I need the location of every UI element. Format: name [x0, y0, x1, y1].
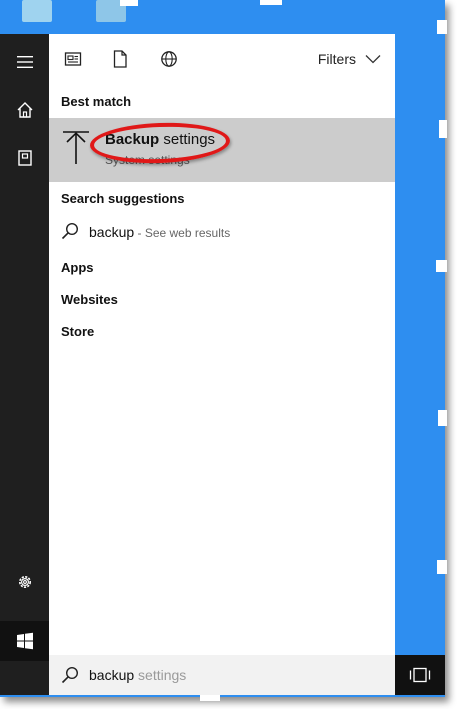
settings-gear-icon	[18, 576, 31, 588]
home-icon	[17, 102, 32, 118]
desktop-shortcut-icon[interactable]	[22, 0, 52, 22]
notebook-icon	[17, 150, 32, 166]
best-match-heading: Best match	[61, 94, 132, 109]
torn-edge-notch	[120, 0, 138, 6]
chevron-down-icon	[365, 55, 381, 64]
torn-edge-notch	[200, 695, 220, 701]
search-typed-text: backup	[89, 667, 135, 683]
search-icon	[61, 666, 79, 684]
torn-edge-notch	[260, 0, 282, 5]
torn-edge-notch	[437, 20, 447, 34]
suggestion-text: backup - See web results	[89, 224, 230, 240]
task-view-icon	[409, 667, 431, 683]
torn-edge-notch	[438, 410, 447, 426]
torn-edge-notch	[439, 120, 447, 138]
web-scope-button[interactable]	[157, 47, 181, 71]
start-button[interactable]	[0, 621, 49, 661]
globe-icon	[161, 51, 177, 67]
taskbar-search-box[interactable]: backup settings	[49, 655, 395, 695]
search-input[interactable]: backup settings	[89, 667, 186, 683]
home-button[interactable]	[0, 90, 49, 130]
cortana-left-rail	[0, 34, 49, 695]
websites-category[interactable]: Websites	[61, 292, 118, 307]
torn-edge-notch	[437, 560, 447, 574]
documents-scope-button[interactable]	[61, 47, 85, 71]
task-view-button[interactable]	[395, 655, 445, 695]
search-icon	[61, 222, 79, 240]
apps-category[interactable]: Apps	[61, 260, 94, 275]
filters-label: Filters	[317, 51, 356, 67]
hamburger-menu-button[interactable]	[0, 42, 49, 82]
documents-icon	[64, 52, 82, 66]
search-suggestions-heading: Search suggestions	[61, 191, 185, 206]
file-scope-button[interactable]	[108, 47, 132, 71]
backup-upload-icon	[63, 131, 89, 164]
suggestion-query: backup	[89, 224, 135, 240]
windows-logo-icon	[16, 632, 33, 650]
hamburger-icon	[16, 56, 33, 68]
torn-edge-notch	[436, 260, 447, 272]
filters-dropdown[interactable]: Filters	[318, 48, 381, 70]
file-icon	[113, 50, 127, 68]
search-scope-toolbar: Filters	[49, 34, 395, 84]
notebook-button[interactable]	[0, 138, 49, 178]
settings-button[interactable]	[0, 562, 49, 602]
screenshot-stage: Filters Best match Backup settings Syste…	[0, 0, 457, 709]
suggestion-hint: - See web results	[134, 226, 231, 240]
search-autocomplete-text: settings	[134, 667, 187, 683]
search-suggestion-row[interactable]: backup - See web results	[49, 216, 395, 248]
search-results-panel: Filters Best match Backup settings Syste…	[49, 34, 395, 655]
store-category[interactable]: Store	[61, 324, 94, 339]
